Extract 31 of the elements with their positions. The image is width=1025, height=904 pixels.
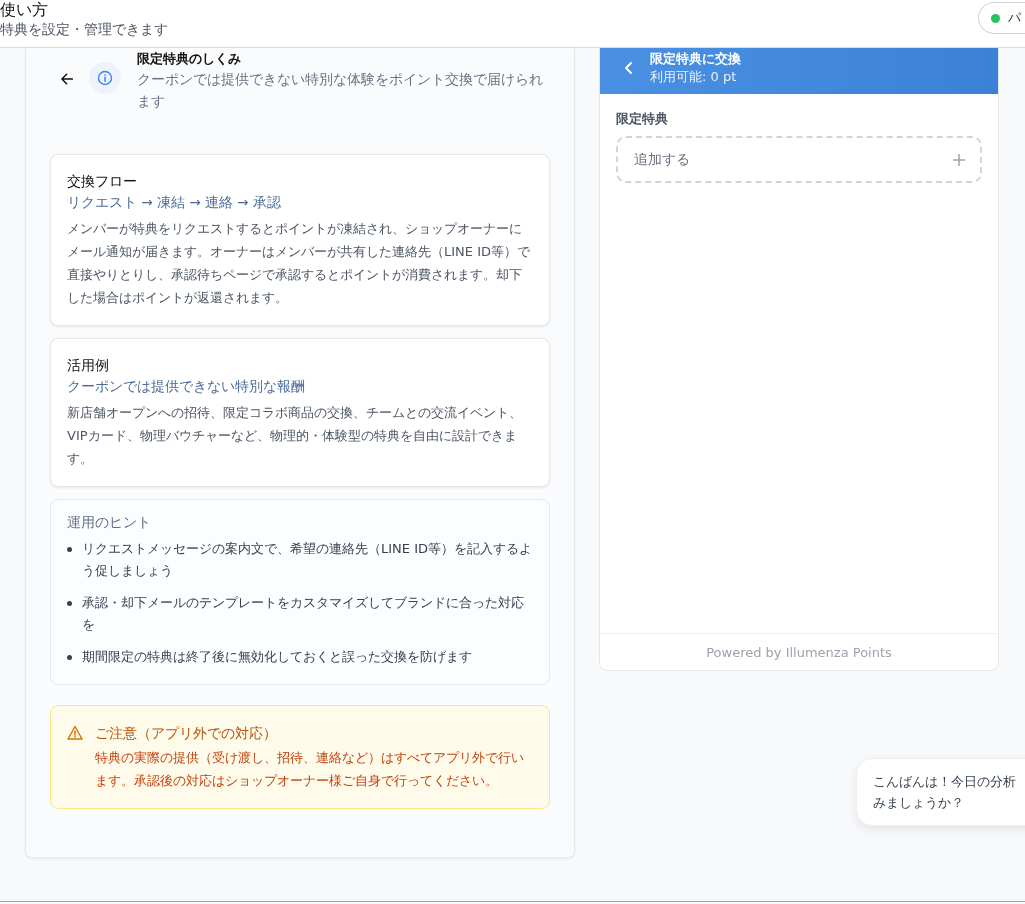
page-subtitle: 特典を設定・管理できます <box>0 21 168 39</box>
card-text: 新店舗オープンへの招待、限定コラボ商品の交換、チームとの交流イベント、VIPカード、物理バウチャーなど、物理的・体験型の特典を自由に設計できます。 <box>67 404 523 468</box>
guide-title: 限定特典のしくみ <box>137 50 243 68</box>
status-badge[interactable]: パ <box>978 2 1025 34</box>
page-title: 使い方 <box>0 0 49 19</box>
tip-text: 期間限定の特典は終了後に無効化しておくと誤った交換を防げます <box>82 648 472 666</box>
footer-text: Powered by Illumenza Points <box>600 633 998 670</box>
points-text: 利用可能: 0 pt <box>650 68 738 86</box>
back-chevron-icon[interactable] <box>624 61 634 75</box>
warning-icon <box>67 725 83 741</box>
card-subtitle: クーポンでは提供できない特別な報酬 <box>67 377 306 396</box>
info-icon <box>89 62 122 94</box>
warning-text: 特典の実際の提供（受け渡し、招待、連絡など）はすべてアプリ外で行います。承認後の対応はショップオーナー様ご自身で行ってください。 <box>95 749 525 790</box>
chat-bubble[interactable]: こんばんは！今日の分析 みましょうか？ <box>856 758 1025 826</box>
tips-title: 運用のヒント <box>67 514 152 532</box>
card-title: 活用例 <box>67 356 110 375</box>
bullet-icon <box>67 547 72 552</box>
warning-title: ご注意（アプリ外での対応） <box>95 724 278 743</box>
card-title: 交換フロー <box>67 172 138 191</box>
card-text: メンバーが特典をリクエストするとポイントが凍結され、ショップオーナーにメール通知が届きます。オーナーはメンバーが共有した連絡先（LINE ID等）で直接やりとりし、承認待ちページで承認するとポイントが消費されます。却下した場合はポイントが返還されます。 <box>67 220 531 307</box>
guide-description: クーポンでは提供できない特別な体験をポイント交換で届けられます <box>137 70 545 111</box>
preview-title: 限定特典に交換 <box>650 50 741 68</box>
tip-text: 承認・却下メールのテンプレートをカスタマイズしてブランドに合った対応を <box>82 594 525 634</box>
plus-icon <box>952 152 966 167</box>
tip-text: リクエストメッセージの案内文で、希望の連絡先（LINE ID等）を記入するよう促しましょう <box>82 540 533 580</box>
back-arrow-icon[interactable] <box>60 72 74 86</box>
card-subtitle: リクエスト → 凍結 → 連絡 → 承認 <box>67 193 282 212</box>
bullet-icon <box>67 655 72 660</box>
section-label: 限定特典 <box>616 110 669 128</box>
add-button[interactable]: 追加する <box>616 136 982 183</box>
bullet-icon <box>67 601 72 606</box>
